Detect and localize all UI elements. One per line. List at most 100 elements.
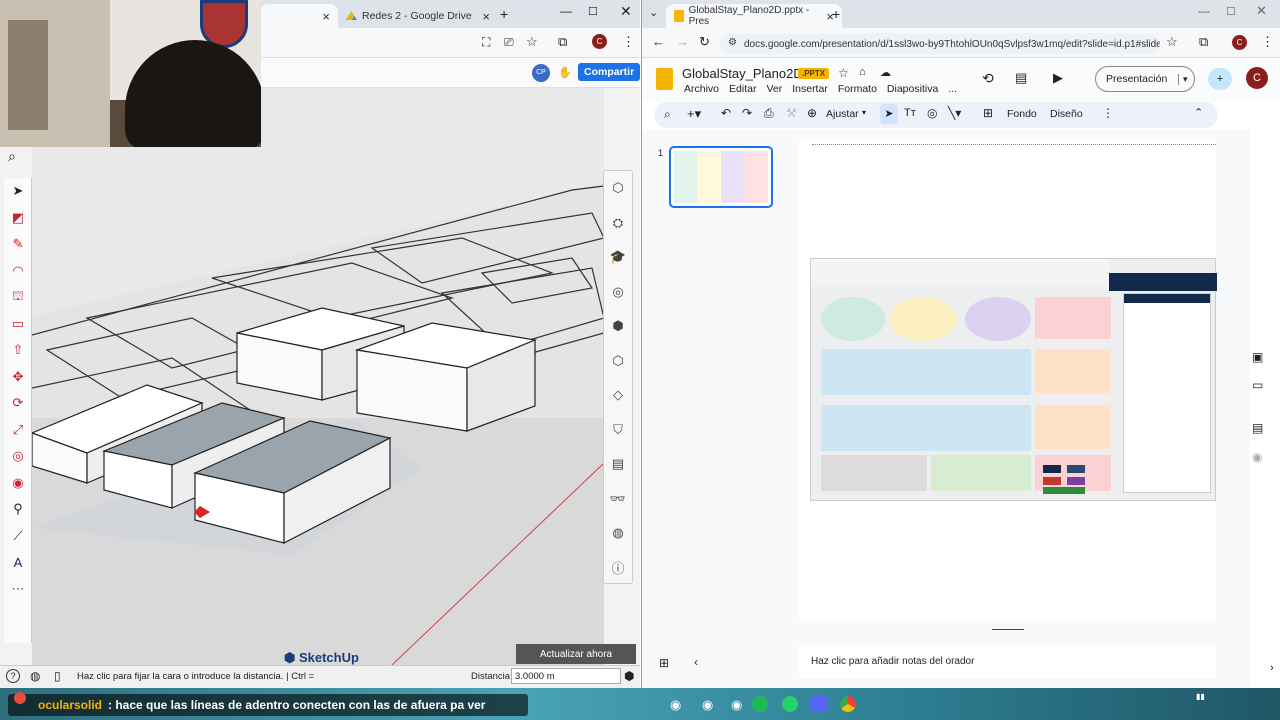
extensions-icon[interactable]: ⧉ bbox=[558, 34, 567, 50]
bookmark-star-icon[interactable]: ☆ bbox=[1166, 34, 1178, 50]
spotify-icon[interactable] bbox=[752, 696, 768, 712]
tab-search-icon[interactable]: ⌄ bbox=[649, 6, 658, 19]
cast-icon[interactable]: ⎚ bbox=[504, 35, 514, 50]
history-icon[interactable]: ⟲ bbox=[982, 70, 994, 87]
globe-icon[interactable]: ◍ bbox=[604, 516, 632, 551]
zoom-icon[interactable]: ⊕ bbox=[807, 106, 817, 120]
star-icon[interactable]: ☆ bbox=[838, 66, 849, 80]
collaborator-avatar[interactable]: CP bbox=[532, 64, 550, 82]
menu-formato[interactable]: Formato bbox=[838, 83, 877, 95]
chevron-down-icon[interactable]: ▾ bbox=[862, 108, 866, 117]
expand-side-icon[interactable]: › bbox=[1270, 662, 1274, 674]
components-icon[interactable]: ⛭ bbox=[604, 206, 632, 241]
forward-icon[interactable]: → bbox=[676, 34, 689, 49]
new-slide-icon[interactable]: +▾ bbox=[687, 106, 701, 122]
chrome-icon[interactable] bbox=[840, 696, 856, 712]
window-close-icon[interactable]: ✕ bbox=[620, 3, 632, 20]
entity-info-icon[interactable]: ⬡ bbox=[604, 171, 632, 206]
meet-icon[interactable]: ▶ bbox=[1053, 70, 1063, 86]
share-button[interactable]: Compartir bbox=[578, 63, 641, 81]
bookmark-star-icon[interactable]: ☆ bbox=[526, 34, 538, 50]
arc-tool-icon[interactable]: ◠ bbox=[4, 258, 32, 285]
background-button[interactable]: Fondo bbox=[1007, 108, 1037, 120]
cloud-status-icon[interactable]: ☁ bbox=[880, 66, 891, 79]
move-tool-icon[interactable]: ✥ bbox=[4, 364, 32, 391]
redo-icon[interactable]: ↷ bbox=[742, 106, 752, 120]
grid-view-icon[interactable]: ⊞ bbox=[659, 656, 669, 670]
print-icon[interactable]: ⎙ bbox=[764, 106, 774, 121]
offset-tool-icon[interactable]: ◎ bbox=[4, 443, 32, 470]
extensions-icon[interactable]: ⧉ bbox=[1199, 34, 1208, 50]
paint-panel-icon[interactable]: ⛉ bbox=[604, 413, 632, 448]
menu-insertar[interactable]: Insertar bbox=[792, 83, 828, 95]
slide-canvas[interactable] bbox=[810, 258, 1217, 501]
close-icon[interactable]: × bbox=[482, 9, 490, 24]
sketchup-viewport[interactable]: ⬢ SketchUp bbox=[32, 88, 604, 665]
reload-icon[interactable]: ↻ bbox=[699, 34, 710, 50]
measurements-icon[interactable]: ⬢ bbox=[624, 669, 634, 683]
window-close-icon[interactable]: ✕ bbox=[1256, 3, 1267, 19]
tab-google-drive[interactable]: Redes 2 - Google Drive × bbox=[338, 4, 498, 28]
collapse-panel-icon[interactable]: ‹ bbox=[694, 655, 698, 669]
maximize-icon[interactable]: ☐ bbox=[1226, 5, 1236, 18]
discord-icon[interactable] bbox=[810, 696, 828, 712]
document-title[interactable]: GlobalStay_Plano2D bbox=[682, 66, 803, 81]
minimize-icon[interactable]: — bbox=[1198, 4, 1210, 18]
tab-google-slides[interactable]: GlobalStay_Plano2D.pptx - Pres × bbox=[666, 4, 842, 28]
styles-icon[interactable]: ⬢ bbox=[604, 309, 632, 344]
more-options-icon[interactable]: ⋮ bbox=[1102, 106, 1114, 120]
paint-format-icon[interactable]: ⚒ bbox=[786, 106, 797, 120]
select-tool-icon[interactable]: ➤ bbox=[4, 178, 32, 205]
calendar-icon[interactable]: ▣ bbox=[1252, 350, 1263, 364]
text-tool-icon[interactable]: A bbox=[4, 549, 32, 576]
zoom-select[interactable]: Ajustar bbox=[826, 108, 859, 120]
scale-tool-icon[interactable]: ⤢ bbox=[4, 417, 32, 444]
scenes-icon[interactable]: ▤ bbox=[604, 447, 632, 482]
geo-location-icon[interactable]: ◍ bbox=[30, 669, 40, 683]
instructor-icon[interactable]: 🎓 bbox=[604, 240, 632, 275]
menu-diapositiva[interactable]: Diapositiva bbox=[887, 83, 938, 95]
taskbar-app-icon[interactable]: ◉ bbox=[731, 697, 742, 713]
credits-icon[interactable]: ▯ bbox=[54, 669, 61, 683]
maximize-icon[interactable]: ☐ bbox=[588, 5, 598, 18]
tags-icon[interactable]: ⬡ bbox=[604, 344, 632, 379]
more-tools-icon[interactable]: ⋯ bbox=[4, 576, 32, 603]
taskbar-app-icon[interactable]: ◉ bbox=[670, 697, 681, 713]
rotate-tool-icon[interactable]: ⟳ bbox=[4, 390, 32, 417]
select-cursor-icon[interactable]: ➤ bbox=[880, 104, 898, 124]
new-tab-button[interactable]: + bbox=[832, 6, 840, 22]
materials-icon[interactable]: ◎ bbox=[604, 275, 632, 310]
push-pull-tool-icon[interactable]: ⇧ bbox=[4, 337, 32, 364]
orbit-tool-icon[interactable]: ◉ bbox=[4, 470, 32, 497]
chevron-up-icon[interactable]: ⌃ bbox=[1194, 106, 1203, 119]
text-box-icon[interactable]: Tт bbox=[904, 107, 916, 119]
site-info-icon[interactable]: ⚙ bbox=[728, 37, 737, 48]
info-icon[interactable]: ⓘ bbox=[604, 551, 632, 586]
slide-thumbnail[interactable] bbox=[669, 146, 773, 208]
distance-input[interactable]: 3.0000 m bbox=[511, 668, 621, 684]
speaker-notes[interactable]: Haz clic para añadir notas del orador bbox=[799, 645, 1216, 678]
keep-icon[interactable]: ◉ bbox=[1252, 450, 1262, 464]
move-folder-icon[interactable]: ⌂ bbox=[859, 66, 866, 78]
eraser-panel-icon[interactable]: ◇ bbox=[604, 378, 632, 413]
pencil-tool-icon[interactable]: ✎ bbox=[4, 231, 32, 258]
comments-icon[interactable]: ▤ bbox=[1015, 70, 1027, 86]
translate-icon[interactable]: ⛶ bbox=[482, 35, 490, 50]
profile-avatar[interactable]: C bbox=[592, 34, 607, 49]
rectangle-tool-icon[interactable]: ▭ bbox=[4, 311, 32, 338]
tasks-icon[interactable]: ▤ bbox=[1252, 421, 1263, 435]
update-now-button[interactable]: Actualizar ahora bbox=[516, 644, 636, 664]
search-icon[interactable]: ⌕ bbox=[8, 148, 16, 165]
dimension-tool-icon[interactable]: ⟋ bbox=[4, 523, 32, 550]
slides-logo-icon[interactable] bbox=[656, 68, 673, 90]
menu-icon[interactable]: ⋮ bbox=[1261, 34, 1274, 50]
menu-editar[interactable]: Editar bbox=[729, 83, 756, 95]
comment-add-icon[interactable]: ⊞ bbox=[983, 106, 993, 120]
hand-icon[interactable]: ✋ bbox=[558, 66, 572, 79]
menu-icon[interactable]: ⋮ bbox=[622, 34, 635, 50]
profile-avatar[interactable]: C bbox=[1232, 35, 1247, 50]
tab-active[interactable]: × bbox=[260, 4, 338, 28]
undo-icon[interactable]: ↶ bbox=[721, 106, 731, 120]
account-avatar[interactable]: C bbox=[1246, 67, 1268, 89]
eraser-tool-icon[interactable]: ◩ bbox=[4, 205, 32, 232]
